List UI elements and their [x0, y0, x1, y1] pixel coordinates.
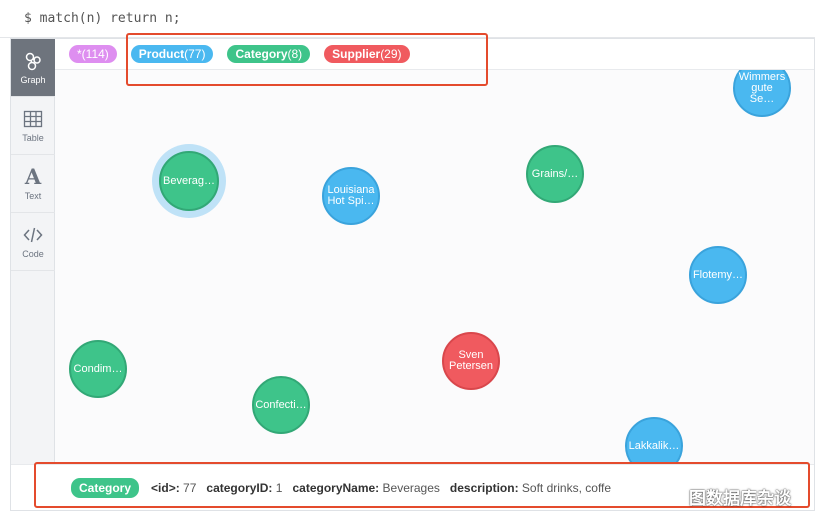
node-beverages[interactable]: Beverag… — [159, 151, 219, 211]
legend-category-pill[interactable]: Category (8) — [227, 45, 311, 63]
query-text: $ match(n) return n; — [24, 11, 181, 26]
legend-bar: * (114) Product (77) Category (8) Supplier(… — [55, 39, 814, 70]
legend-category-label: Category — [235, 47, 288, 61]
prop-category-id: categoryID: 1 — [206, 480, 283, 495]
node-condiments[interactable]: Condim… — [69, 340, 127, 398]
prop-description: description: Soft drinks, coffe — [449, 480, 612, 495]
node-louisiana[interactable]: Louisiana Hot Spi… — [322, 167, 380, 225]
graph-view-label: Graph — [20, 74, 46, 85]
prop-category-name: categoryName: Beverages — [292, 480, 440, 495]
text-icon: A — [24, 163, 42, 189]
details-category-tag[interactable]: Category — [71, 477, 140, 498]
code-view-button[interactable]: Code — [11, 213, 55, 271]
legend-supplier-pill[interactable]: Supplier (29) — [324, 45, 410, 63]
table-icon — [23, 110, 43, 127]
query-editor[interactable]: $ match(n) return n; — [0, 0, 815, 38]
table-view-button[interactable]: Table — [11, 97, 55, 155]
legend-product-label: Product — [138, 47, 185, 61]
legend-all-pill[interactable]: * (114) — [69, 45, 117, 63]
watermark: 图数据库杂谈 — [663, 484, 791, 509]
code-icon — [23, 227, 43, 242]
node-sven-petersen[interactable]: Sven Petersen — [442, 332, 500, 390]
graph-canvas[interactable]: Wimmers gute Se… Beverag… Louisiana Hot … — [55, 70, 814, 464]
result-frame: Graph Table A Text Code * (114) Product (7… — [10, 38, 815, 511]
prop-id: <id>: 77 — [151, 480, 197, 495]
legend-product-pill[interactable]: Product (77) — [130, 45, 214, 63]
view-sidebar: Graph Table A Text Code — [11, 39, 55, 510]
node-flotemy[interactable]: Flotemy… — [689, 246, 747, 304]
watermark-text: 图数据库杂谈 — [689, 489, 791, 508]
text-view-label: Text — [24, 190, 42, 201]
wechat-icon — [663, 488, 683, 505]
node-wimmers[interactable]: Wimmers gute Se… — [733, 70, 791, 117]
legend-supplier-label: Supplier — [332, 47, 381, 61]
graph-icon — [25, 52, 41, 70]
node-lakkalik[interactable]: Lakkalik… — [625, 417, 683, 464]
legend-category-count: (8) — [287, 47, 303, 61]
graph-view-button[interactable]: Graph — [11, 39, 55, 97]
node-confections[interactable]: Confecti… — [252, 376, 310, 434]
legend-supplier-count: (29) — [380, 47, 402, 61]
node-grains[interactable]: Grains/… — [526, 145, 584, 203]
code-view-label: Code — [22, 248, 44, 259]
text-view-button[interactable]: A Text — [11, 155, 55, 213]
legend-all-count: (114) — [81, 47, 109, 61]
table-view-label: Table — [22, 132, 44, 143]
legend-product-count: (77) — [184, 47, 206, 61]
